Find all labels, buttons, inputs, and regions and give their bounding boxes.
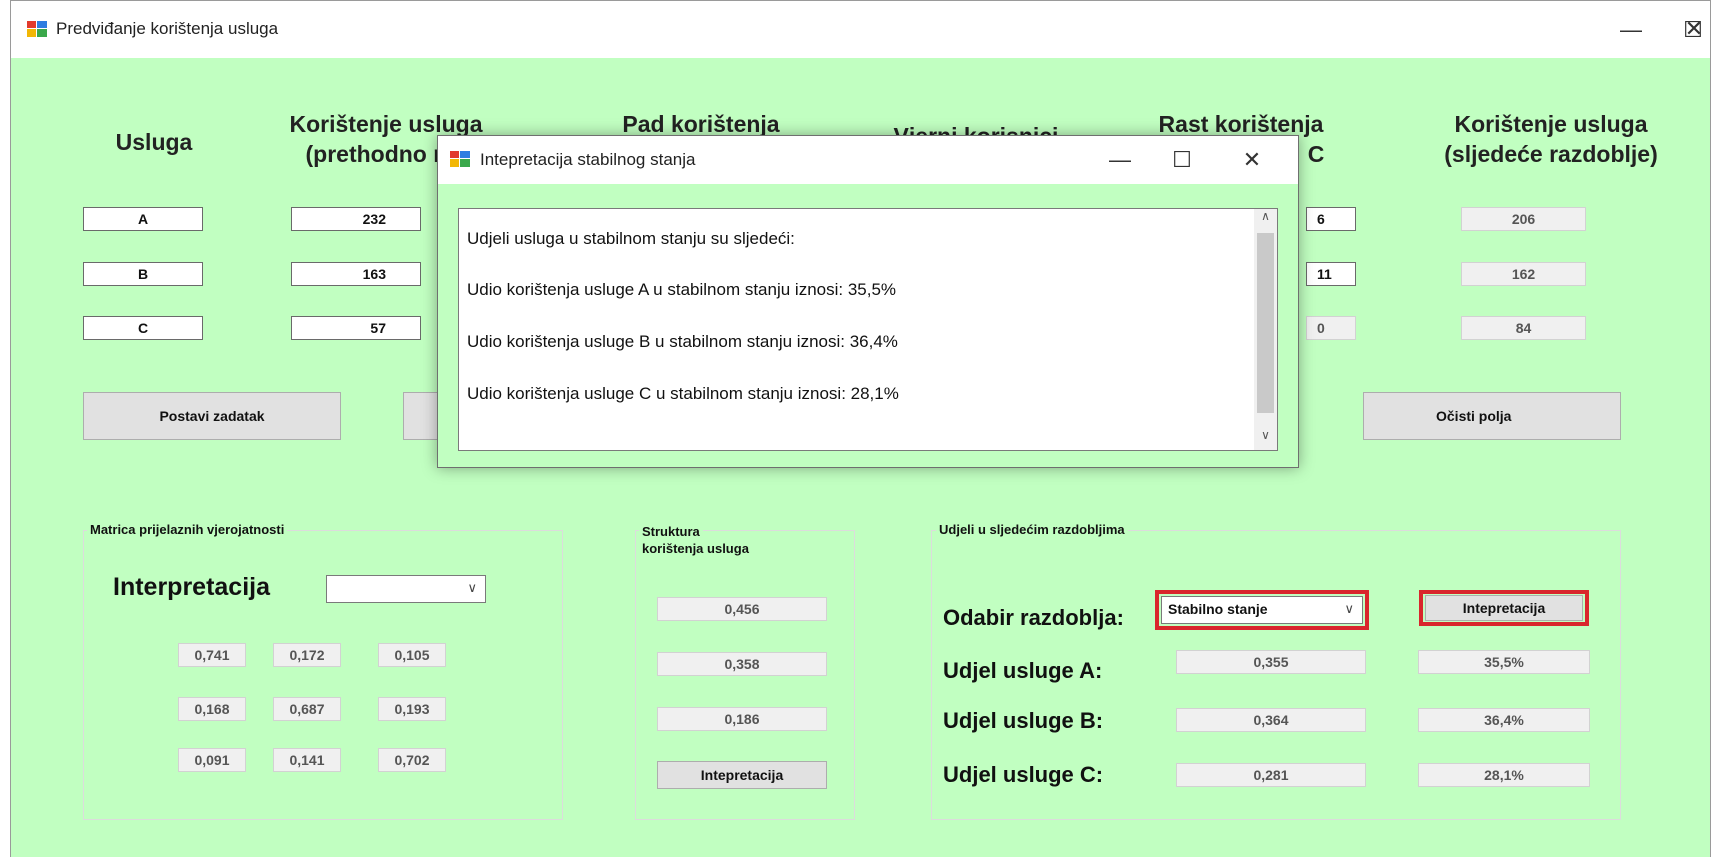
dialog-maximize-button[interactable]: ☐ [1164, 148, 1200, 172]
matrix-group-title: Matrica prijelaznih vjerojatnosti [87, 522, 288, 538]
sljedece-field-a: 206 [1461, 207, 1586, 231]
matrix-cell-0-1: 0,172 [273, 643, 341, 667]
struktura-interpretacija-button[interactable]: Intepretacija [657, 761, 827, 789]
postavi-zadatak-button[interactable]: Postavi zadatak [83, 392, 341, 440]
sljedece-field-c: 84 [1461, 316, 1586, 340]
chevron-down-icon: ∨ [467, 580, 477, 595]
scroll-thumb[interactable] [1257, 233, 1274, 413]
udjel-a-percent: 35,5% [1418, 650, 1590, 674]
scroll-up-icon[interactable]: ∧ [1254, 209, 1277, 229]
header-rast-line1: Rast korištenja [1158, 111, 1324, 137]
udjel-b-value: 0,364 [1176, 708, 1366, 732]
matrix-cell-1-1: 0,687 [273, 697, 341, 721]
dialog-title-bar: Intepretacija stabilnog stanja — ☐ ✕ [438, 136, 1298, 184]
header-pad: Pad korištenja [622, 111, 780, 137]
struktura-value-c: 0,186 [657, 707, 827, 731]
minimize-button[interactable]: — [1611, 18, 1651, 42]
prethodno-field-a[interactable]: 232 [291, 207, 421, 231]
matrix-cell-2-0: 0,091 [178, 748, 246, 772]
struktura-value-a: 0,456 [657, 597, 827, 621]
window-title: Predviđanje korištenja usluga [56, 19, 279, 38]
dialog-close-button[interactable]: ✕ [1234, 148, 1270, 172]
ocisti-polja-button[interactable]: Očisti polja [1363, 392, 1621, 440]
interpretacija-combo[interactable]: ∨ [326, 575, 486, 603]
interpretation-dialog: Intepretacija stabilnog stanja — ☐ ✕ Udj… [437, 135, 1299, 468]
udjel-a-value: 0,355 [1176, 650, 1366, 674]
interpretacija-label: Interpretacija [113, 573, 271, 601]
usluga-field-a[interactable]: A [83, 207, 203, 231]
udjeli-interpretacija-button[interactable]: Intepretacija [1425, 595, 1583, 621]
header-sljedece-line2: (sljedeće razdoblje) [1444, 141, 1658, 167]
dialog-app-icon [450, 151, 470, 167]
udjel-c-percent: 28,1% [1418, 763, 1590, 787]
udjel-b-label: Udjel usluge B: [943, 708, 1104, 733]
dialog-line-4: Udio korištenja usluge C u stabilnom sta… [467, 384, 899, 403]
header-prethodno-line1: Korištenje usluga [289, 111, 483, 137]
dialog-minimize-button[interactable]: — [1102, 148, 1138, 172]
rast-field-b[interactable]: 11 [1306, 262, 1356, 286]
udjeli-group-title: Udjeli u sljedećim razdobljima [936, 522, 1128, 538]
dialog-title: Intepretacija stabilnog stanja [480, 150, 696, 169]
prethodno-field-b[interactable]: 163 [291, 262, 421, 286]
udjel-c-value: 0,281 [1176, 763, 1366, 787]
matrix-cell-0-2: 0,105 [378, 643, 446, 667]
struktura-group-title-line2: korištenja usluga [639, 541, 752, 557]
sljedece-field-b: 162 [1461, 262, 1586, 286]
header-rast-line2: C [1307, 141, 1325, 167]
dialog-line-2: Udio korištenja usluge A u stabilnom sta… [467, 280, 897, 299]
usluga-field-b[interactable]: B [83, 262, 203, 286]
dialog-line-1: Udjeli usluga u stabilnom stanju su slje… [467, 229, 795, 248]
struktura-group-title-line1: Struktura [639, 524, 703, 540]
usluga-field-c[interactable]: C [83, 316, 203, 340]
rast-field-c: 0 [1306, 316, 1356, 340]
prethodno-field-c[interactable]: 57 [291, 316, 421, 340]
header-usluga: Usluga [115, 129, 193, 155]
rast-field-a[interactable]: 6 [1306, 207, 1356, 231]
udjel-a-label: Udjel usluge A: [943, 658, 1103, 683]
dialog-textarea[interactable]: Udjeli usluga u stabilnom stanju su slje… [458, 208, 1278, 451]
matrix-cell-0-0: 0,741 [178, 643, 246, 667]
matrix-cell-2-2: 0,702 [378, 748, 446, 772]
odabir-label: Odabir razdoblja: [943, 605, 1124, 630]
dialog-line-3: Udio korištenja usluge B u stabilnom sta… [467, 332, 898, 351]
struktura-value-b: 0,358 [657, 652, 827, 676]
odabir-razdoblja-combo[interactable]: Stabilno stanje ∨ [1161, 596, 1363, 624]
matrix-cell-1-2: 0,193 [378, 697, 446, 721]
scroll-down-icon[interactable]: ∨ [1254, 428, 1277, 448]
chevron-down-icon: ∨ [1344, 601, 1354, 616]
udjel-c-label: Udjel usluge C: [943, 762, 1104, 787]
close-button[interactable]: ✕ [1680, 17, 1708, 41]
app-icon [27, 21, 47, 37]
matrix-cell-2-1: 0,141 [273, 748, 341, 772]
udjel-b-percent: 36,4% [1418, 708, 1590, 732]
matrix-cell-1-0: 0,168 [178, 697, 246, 721]
dialog-scrollbar[interactable]: ∧ ∨ [1254, 209, 1277, 450]
header-sljedece-line1: Korištenje usluga [1454, 111, 1648, 137]
title-bar: Predviđanje korištenja usluga — ☐ [11, 0, 1710, 58]
odabir-razdoblja-value: Stabilno stanje [1168, 601, 1268, 617]
